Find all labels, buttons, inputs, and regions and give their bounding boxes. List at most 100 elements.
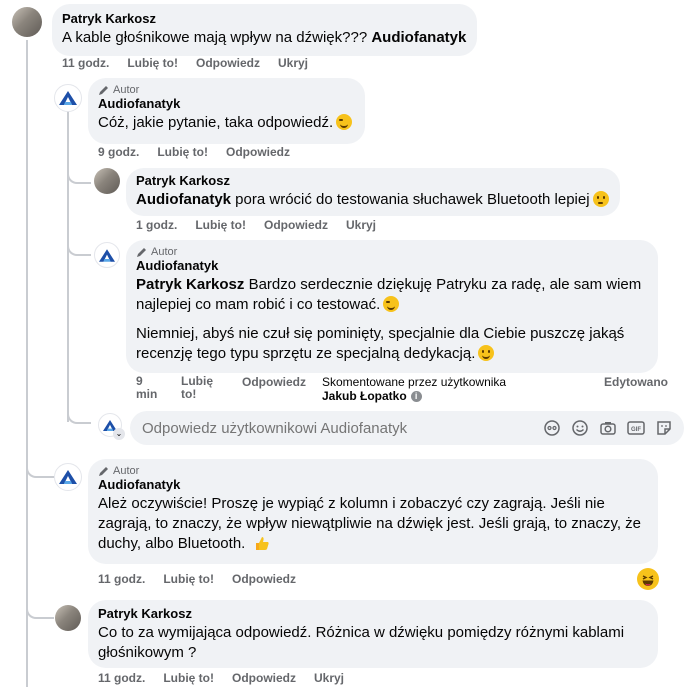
audiofanatyk-logo-icon [59, 91, 77, 105]
comment-author[interactable]: Patryk Karkosz [136, 173, 610, 188]
reply-button[interactable]: Odpowiedz [232, 572, 296, 586]
comment-time[interactable]: 11 godz. [98, 572, 145, 586]
pencil-icon [137, 248, 146, 257]
comment-bubble: Autor Audiofanatyk Cóż, jakie pytanie, t… [88, 78, 365, 144]
reply-button[interactable]: Odpowiedz [242, 375, 306, 389]
author-badge-label: Autor [113, 84, 140, 96]
comment-time[interactable]: 9 godz. [98, 145, 139, 159]
comment-time[interactable]: 1 godz. [136, 218, 177, 232]
reply-button[interactable]: Odpowiedz [264, 218, 328, 232]
comment-bubble: Patryk Karkosz Co to za wymijająca odpow… [88, 600, 658, 668]
comment-text-line: zagrają, to znaczy, że wpływ niewątpliwi… [98, 515, 642, 532]
gif-icon[interactable]: GIF [626, 418, 646, 438]
avatar[interactable] [55, 605, 81, 631]
like-button[interactable]: Lubię to! [163, 572, 214, 586]
comment-bubble: Autor Audiofanatyk Ależ oczywiście! Pros… [88, 459, 658, 564]
comment-actions: 1 godz. Lubię to! Odpowiedz Ukryj [136, 218, 394, 232]
thread-elbow [67, 220, 91, 256]
comment-author[interactable]: Audiofanatyk [98, 477, 648, 492]
hide-button[interactable]: Ukryj [278, 56, 308, 70]
mention-link[interactable]: Audiofanatyk [371, 29, 466, 46]
comment-text-body: Bardzo serdecznie dziękuję Patryku za ra… [244, 276, 642, 293]
comment-text: Co to za wymijająca odpowiedź. Różnica w… [98, 623, 648, 663]
avatar[interactable]: ⌄ [98, 413, 125, 440]
comment-time[interactable]: 11 godz. [62, 56, 109, 70]
comment-time-line: min [136, 387, 158, 401]
author-badge: Autor [136, 246, 648, 258]
comment-text-body: pora wrócić do testowania słuchawek Blue… [231, 191, 590, 208]
author-badge: Autor [98, 84, 355, 96]
avatar[interactable] [94, 242, 120, 268]
comment-text: Patryk Karkosz Bardzo serdecznie dziękuj… [136, 275, 648, 364]
like-button[interactable]: Lubię to! [181, 375, 213, 401]
audiofanatyk-logo-icon [99, 248, 115, 262]
info-icon[interactable]: i [410, 390, 422, 402]
mention-link[interactable]: Patryk Karkosz [136, 276, 244, 293]
author-badge-label: Autor [113, 465, 140, 477]
comment-time[interactable]: 9 min [136, 375, 157, 401]
author-badge: Autor [98, 465, 648, 477]
like-button[interactable]: Lubię to! [157, 145, 208, 159]
author-badge-label: Autor [151, 246, 178, 258]
thread-elbow [67, 150, 91, 184]
emoji-icon[interactable] [570, 418, 590, 438]
commented-by-name: Jakub Łopatko [322, 389, 407, 403]
comment-author[interactable]: Patryk Karkosz [98, 606, 648, 621]
pencil-icon [99, 467, 108, 476]
camera-icon[interactable] [598, 418, 618, 438]
comment-text-line: duchy, albo Bluetooth. [98, 534, 648, 554]
comment-text-body: Cóż, jakie pytanie, taka odpowiedź. [98, 114, 334, 131]
mention-link[interactable]: Audiofanatyk [136, 191, 231, 208]
chevron-down-icon[interactable]: ⌄ [113, 428, 125, 440]
comment-text-line: głośnikowym ? [98, 644, 197, 661]
comment-text-body: duchy, albo Bluetooth. [98, 535, 246, 552]
comment-actions: 11 godz. Lubię to! Odpowiedz [98, 572, 314, 586]
hmm-emoji-icon [592, 191, 609, 207]
like-button[interactable]: Lubię to! [195, 218, 246, 232]
hide-button[interactable]: Ukryj [314, 671, 344, 685]
reply-button[interactable]: Odpowiedz [226, 145, 290, 159]
commented-by-label: Skomentowane przez użytkownika [322, 375, 507, 389]
edited-label[interactable]: Edytowano [604, 375, 668, 389]
comment-text: Cóż, jakie pytanie, taka odpowiedź. [98, 113, 355, 133]
wink-emoji-icon [336, 114, 353, 130]
reply-input[interactable] [142, 413, 542, 443]
commented-by-user[interactable]: Jakub Łopatko i [322, 389, 422, 403]
avatar[interactable] [54, 84, 82, 112]
comment-text-line: Niemniej, abyś nie czuł się pominięty, s… [136, 325, 625, 342]
comment-text: Ależ oczywiście! Proszę je wypiąć z kolu… [98, 494, 648, 554]
comment-text-body: najlepiej co mam robić i co testować. [136, 296, 381, 313]
reply-button[interactable]: Odpowiedz [232, 671, 296, 685]
comment-bubble: Autor Audiofanatyk Patryk Karkosz Bardzo… [126, 240, 658, 373]
comment-actions: 11 godz. Lubię to! Odpowiedz Ukryj [62, 56, 326, 70]
comment-text: A kable głośnikowe mają wpływ na dźwięk?… [62, 28, 467, 48]
wink-emoji-icon [383, 296, 400, 312]
comment-text-line: Patryk Karkosz Bardzo serdecznie dziękuj… [136, 275, 648, 295]
like-button[interactable]: Lubię to! [163, 671, 214, 685]
smile-emoji-icon [478, 345, 495, 361]
laughing-reaction-icon[interactable] [637, 568, 659, 590]
like-button[interactable]: Lubię to! [127, 56, 178, 70]
comment-author[interactable]: Audiofanatyk [136, 258, 648, 273]
audiofanatyk-logo-icon [59, 470, 77, 484]
comment-time[interactable]: 11 godz. [98, 671, 145, 685]
comment-text-body: recenzję tego typu sprzętu ze specjalną … [136, 345, 476, 362]
comment-text-body: A kable głośnikowe mają wpływ na dźwięk?… [62, 29, 372, 46]
comment-author[interactable]: Audiofanatyk [98, 96, 355, 111]
reply-button[interactable]: Odpowiedz [196, 56, 260, 70]
thumbs-up-emoji-icon [255, 537, 269, 550]
avatar[interactable] [94, 168, 120, 194]
avatar[interactable] [12, 7, 42, 37]
avatar[interactable] [54, 463, 82, 491]
avatar-sticker-icon[interactable] [542, 418, 562, 438]
hide-button[interactable]: Ukryj [346, 218, 376, 232]
sticker-icon[interactable] [654, 418, 674, 438]
thread-elbow [26, 40, 52, 98]
reply-input-container: GIF [130, 411, 684, 445]
comment-author[interactable]: Patryk Karkosz [62, 11, 467, 26]
comment-actions: 11 godz. Lubię to! Odpowiedz Ukryj [98, 671, 362, 685]
thread-elbow [67, 400, 91, 424]
like-button-line: to! [181, 387, 197, 401]
comment-actions: 9 godz. Lubię to! Odpowiedz [98, 145, 308, 159]
comment-text-line: recenzję tego typu sprzętu ze specjalną … [136, 344, 648, 364]
